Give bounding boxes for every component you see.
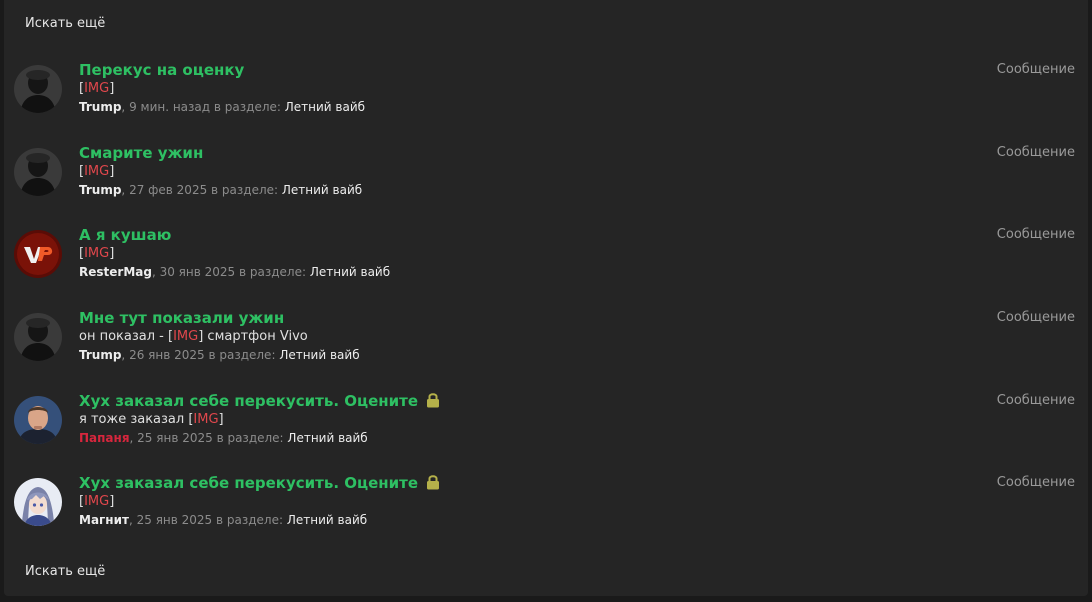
result-snippet: [IMG]: [79, 164, 114, 179]
result-title-link[interactable]: Хух заказал себе перекусить. Оцените: [79, 474, 440, 492]
result-type-label: Сообщение: [996, 310, 1075, 325]
result-meta: Trump, 26 янв 2025 в разделе: Летний вай…: [79, 348, 360, 362]
forum-link[interactable]: Летний вайб: [287, 431, 367, 445]
result-meta: Папаня, 25 янв 2025 в разделе: Летний ва…: [79, 431, 368, 445]
search-result-item: Смарите ужин [IMG] Trump, 27 фев 2025 в …: [4, 144, 1088, 230]
forum-link[interactable]: Летний вайб: [310, 265, 390, 279]
result-meta: Trump, 9 мин. назад в разделе: Летний ва…: [79, 100, 366, 114]
result-meta: Trump, 27 фев 2025 в разделе: Летний вай…: [79, 183, 363, 197]
result-type-label: Сообщение: [996, 62, 1075, 77]
result-title-link[interactable]: Смарите ужин: [79, 144, 203, 162]
result-snippet: [IMG]: [79, 81, 114, 96]
search-result-item: Мне тут показали ужин он показал - [IMG]…: [4, 309, 1088, 395]
result-title-text: Хух заказал себе перекусить. Оцените: [79, 474, 419, 492]
author-link[interactable]: ResterMag: [79, 265, 152, 279]
search-more-link-top[interactable]: Искать ещё: [25, 16, 105, 31]
forum-link[interactable]: Летний вайб: [282, 183, 362, 197]
anime-portrait-avatar: [14, 478, 62, 526]
result-meta: Магнит, 25 янв 2025 в разделе: Летний ва…: [79, 513, 368, 527]
img-placeholder: [IMG]: [188, 412, 224, 427]
in-section-label: в разделе:: [216, 431, 284, 445]
author-link[interactable]: Папаня: [79, 431, 130, 445]
avatar[interactable]: [14, 230, 62, 278]
snippet-text-after: смартфон Vivo: [203, 329, 308, 344]
lock-icon: [427, 392, 440, 407]
avatar[interactable]: [14, 65, 62, 113]
in-section-label: в разделе:: [213, 100, 281, 114]
result-type-label: Сообщение: [996, 145, 1075, 160]
in-section-label: в разделе:: [216, 513, 284, 527]
author-link[interactable]: Trump: [79, 348, 121, 362]
result-snippet: [IMG]: [79, 246, 114, 261]
forum-link[interactable]: Летний вайб: [279, 348, 359, 362]
search-results-panel: Искать ещё Перекус на оценку [IMG] Trump…: [4, 0, 1088, 596]
result-title-link[interactable]: А я кушаю: [79, 226, 171, 244]
result-title-text: Мне тут показали ужин: [79, 309, 285, 327]
result-type-label: Сообщение: [996, 393, 1075, 408]
author-link[interactable]: Магнит: [79, 513, 129, 527]
result-snippet: [IMG]: [79, 494, 114, 509]
result-time: 27 фев 2025: [129, 183, 208, 197]
lock-icon: [427, 474, 440, 489]
result-type-label: Сообщение: [996, 227, 1075, 242]
forum-link[interactable]: Летний вайб: [285, 100, 365, 114]
man-portrait-avatar: [14, 396, 62, 444]
avatar[interactable]: [14, 313, 62, 361]
dark-portrait-avatar: [14, 65, 62, 113]
result-title-link[interactable]: Перекус на оценку: [79, 61, 244, 79]
avatar[interactable]: [14, 396, 62, 444]
img-placeholder: [IMG]: [168, 329, 204, 344]
dark-portrait-avatar: [14, 313, 62, 361]
result-title-text: А я кушаю: [79, 226, 172, 244]
img-placeholder: [IMG]: [79, 494, 115, 509]
avatar[interactable]: [14, 148, 62, 196]
author-link[interactable]: Trump: [79, 100, 121, 114]
search-result-item: Перекус на оценку [IMG] Trump, 9 мин. на…: [4, 61, 1088, 147]
search-result-item: Хух заказал себе перекусить. Оцените [IM…: [4, 474, 1088, 560]
img-placeholder: [IMG]: [79, 164, 115, 179]
result-title-text: Хух заказал себе перекусить. Оцените: [79, 392, 419, 410]
search-result-item: Хух заказал себе перекусить. Оцените я т…: [4, 392, 1088, 478]
vp-logo-avatar: [14, 230, 62, 278]
result-type-label: Сообщение: [996, 475, 1075, 490]
result-snippet: я тоже заказал [IMG]: [79, 412, 224, 427]
result-title-text: Смарите ужин: [79, 144, 204, 162]
forum-link[interactable]: Летний вайб: [287, 513, 367, 527]
result-time: 25 янв 2025: [136, 513, 213, 527]
in-section-label: в разделе:: [239, 265, 307, 279]
result-title-link[interactable]: Хух заказал себе перекусить. Оцените: [79, 392, 440, 410]
author-link[interactable]: Trump: [79, 183, 121, 197]
result-time: 26 янв 2025: [129, 348, 205, 362]
result-time: 9 мин. назад: [129, 100, 211, 114]
avatar[interactable]: [14, 478, 62, 526]
snippet-text-before: я тоже заказал: [79, 412, 189, 427]
search-result-item: А я кушаю [IMG] ResterMag, 30 янв 2025 в…: [4, 226, 1088, 312]
search-more-link-bottom[interactable]: Искать ещё: [25, 564, 105, 579]
result-title-text: Перекус на оценку: [79, 61, 245, 79]
result-time: 30 янв 2025: [159, 265, 236, 279]
img-placeholder: [IMG]: [79, 246, 115, 261]
snippet-text-before: он показал -: [79, 329, 169, 344]
result-time: 25 янв 2025: [137, 431, 213, 445]
result-snippet: он показал - [IMG] смартфон Vivo: [79, 329, 308, 344]
in-section-label: в разделе:: [211, 183, 279, 197]
result-title-link[interactable]: Мне тут показали ужин: [79, 309, 284, 327]
img-placeholder: [IMG]: [79, 81, 115, 96]
result-meta: ResterMag, 30 янв 2025 в разделе: Летний…: [79, 265, 391, 279]
dark-portrait-avatar: [14, 148, 62, 196]
in-section-label: в разделе:: [208, 348, 276, 362]
